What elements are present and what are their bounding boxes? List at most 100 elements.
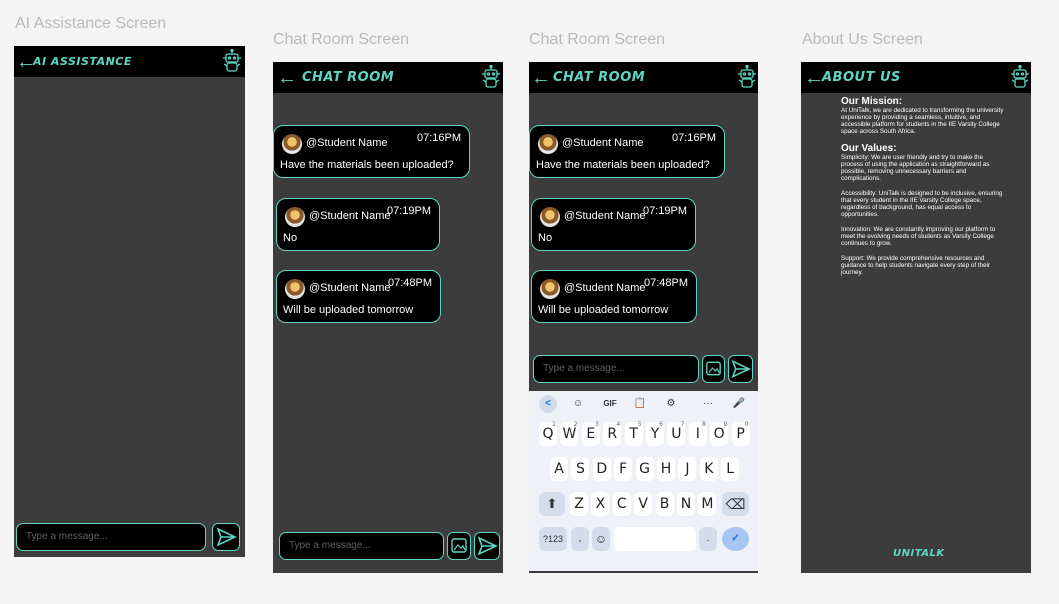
robot-icon[interactable] xyxy=(737,65,757,89)
avatar xyxy=(540,207,560,227)
key-j[interactable]: J xyxy=(678,457,697,481)
key-d[interactable]: D xyxy=(592,457,611,481)
chat-message[interactable]: @Student Name 07:19PM No xyxy=(276,198,440,251)
key-label: T xyxy=(629,426,638,442)
emoji-key[interactable]: ☺ xyxy=(592,527,610,551)
chat-message[interactable]: @Student Name 07:19PM No xyxy=(531,198,696,251)
shift-key[interactable]: ⬆ xyxy=(539,492,565,516)
enter-key[interactable]: ✓ xyxy=(722,527,749,551)
key-x[interactable]: X xyxy=(591,492,610,516)
key-label: E xyxy=(586,426,596,442)
back-arrow-icon[interactable]: ← xyxy=(804,68,824,88)
frame-title-chat-keyboard: Chat Room Screen xyxy=(529,31,666,48)
keyboard-collapse-icon[interactable]: < xyxy=(539,395,557,413)
key-q[interactable]: Q1 xyxy=(539,421,557,446)
key-label: I xyxy=(695,426,700,442)
key-z[interactable]: Z xyxy=(570,492,588,516)
key-label: Y xyxy=(650,426,660,442)
key-t[interactable]: T5 xyxy=(624,421,643,446)
image-attach-button[interactable] xyxy=(702,355,725,383)
image-attach-button[interactable] xyxy=(447,532,471,560)
key-c[interactable]: C xyxy=(612,492,631,516)
key-l[interactable]: L xyxy=(721,457,740,481)
key-w[interactable]: W2 xyxy=(560,421,579,446)
send-icon xyxy=(477,536,498,556)
key-r[interactable]: R4 xyxy=(603,421,622,446)
message-username: @Student Name xyxy=(309,210,391,222)
microphone-icon[interactable]: 🎤 xyxy=(730,395,748,413)
about-us-screen: ← ABOUT US Our Mission: At UniTalk, we a… xyxy=(801,62,1031,573)
app-logo-text: UNITALK xyxy=(893,548,945,559)
message-username: @Student Name xyxy=(306,137,388,149)
key-hint: 7 xyxy=(680,421,685,428)
number-mode-key[interactable]: ?123 xyxy=(539,527,567,551)
robot-icon[interactable] xyxy=(222,49,242,73)
gif-icon[interactable]: GIF xyxy=(600,395,620,413)
message-username: @Student Name xyxy=(562,137,644,149)
clipboard-icon[interactable]: 📋 xyxy=(631,395,649,413)
message-text: No xyxy=(538,232,553,244)
key-e[interactable]: E3 xyxy=(581,421,600,446)
chat-room-keyboard-screen: ← CHAT ROOM @Student Name 07:16PM Have t… xyxy=(529,62,758,573)
mission-heading: Our Mission: xyxy=(841,96,903,107)
message-input[interactable]: Type a message... xyxy=(279,532,444,560)
key-n[interactable]: N xyxy=(677,492,695,516)
message-text: Have the materials been uploaded? xyxy=(280,159,454,171)
message-username: @Student Name xyxy=(564,282,646,294)
space-key[interactable] xyxy=(614,527,696,551)
message-input[interactable]: Type a message... xyxy=(16,523,206,551)
screen-title: AI ASSISTANCE xyxy=(33,55,132,68)
more-icon[interactable]: ··· xyxy=(699,395,717,413)
image-icon xyxy=(451,538,467,553)
avatar xyxy=(282,134,302,154)
key-h[interactable]: H xyxy=(657,457,675,481)
message-time: 07:16PM xyxy=(671,132,716,144)
key-a[interactable]: A xyxy=(550,457,568,481)
mission-text: At UniTalk, we are dedicated to transfor… xyxy=(841,107,1004,135)
message-time: 07:16PM xyxy=(416,132,461,144)
key-g[interactable]: G xyxy=(635,457,654,481)
key-hint: 0 xyxy=(744,421,749,428)
send-button[interactable] xyxy=(212,523,240,551)
key-b[interactable]: B xyxy=(655,492,674,516)
key-y[interactable]: Y6 xyxy=(646,421,664,446)
message-text: Have the materials been uploaded? xyxy=(536,159,710,171)
key-p[interactable]: P0 xyxy=(731,421,750,446)
value-accessibility: Accessibility: UniTalk is designed to be… xyxy=(841,190,1003,218)
comma-key[interactable]: , xyxy=(571,527,589,551)
sticker-icon[interactable]: ☺ xyxy=(569,395,587,413)
period-key[interactable]: . xyxy=(699,527,717,551)
message-text: Will be uploaded tomorrow xyxy=(538,304,669,316)
key-v[interactable]: V xyxy=(634,492,653,516)
avatar xyxy=(285,207,305,227)
key-i[interactable]: I8 xyxy=(688,421,707,446)
value-support: Support: We provide comprehensive resour… xyxy=(841,255,991,276)
backspace-key[interactable]: ⌫ xyxy=(722,492,749,516)
back-arrow-icon[interactable]: ← xyxy=(531,68,551,88)
key-f[interactable]: F xyxy=(614,457,633,481)
send-button[interactable] xyxy=(474,532,500,560)
robot-icon[interactable] xyxy=(1010,65,1030,89)
image-icon xyxy=(706,361,721,376)
chat-message[interactable]: @Student Name 07:16PM Have the materials… xyxy=(529,125,725,178)
value-simplicity: Simplicity: We are user friendly and try… xyxy=(841,154,990,182)
send-button[interactable] xyxy=(728,355,753,383)
key-m[interactable]: M xyxy=(698,492,717,516)
settings-icon[interactable]: ⚙ xyxy=(662,395,680,413)
key-s[interactable]: S xyxy=(571,457,590,481)
key-u[interactable]: U7 xyxy=(667,421,686,446)
message-input[interactable]: Type a message... xyxy=(533,355,699,383)
key-o[interactable]: O9 xyxy=(710,421,729,446)
key-hint: 3 xyxy=(594,421,599,428)
key-hint: 5 xyxy=(637,421,642,428)
avatar xyxy=(285,279,305,299)
chat-message[interactable]: @Student Name 07:16PM Have the materials… xyxy=(273,125,470,178)
values-heading: Our Values: xyxy=(841,143,897,154)
robot-icon[interactable] xyxy=(481,65,501,89)
key-label: P xyxy=(736,426,745,442)
chat-message[interactable]: @Student Name 07:48PM Will be uploaded t… xyxy=(276,270,441,323)
back-arrow-icon[interactable]: ← xyxy=(277,68,297,88)
message-username: @Student Name xyxy=(564,210,646,222)
key-k[interactable]: K xyxy=(699,457,718,481)
chat-message[interactable]: @Student Name 07:48PM Will be uploaded t… xyxy=(531,270,697,323)
